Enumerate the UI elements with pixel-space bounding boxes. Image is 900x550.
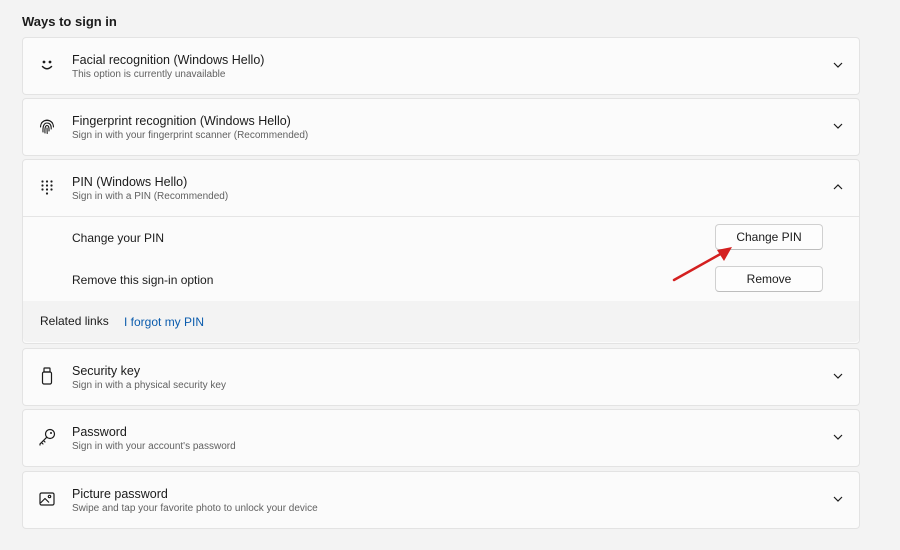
security-key-title: Security key [72,364,141,378]
forgot-pin-link[interactable]: I forgot my PIN [124,315,204,329]
picture-password-header[interactable]: Picture password Swipe and tap your favo… [23,472,859,528]
remove-pin-label: Remove this sign-in option [72,273,214,287]
change-pin-label: Change your PIN [72,231,165,245]
related-links-bar: Related links I forgot my PIN [23,301,859,342]
chevron-down-icon[interactable] [831,58,845,72]
password-header[interactable]: Password Sign in with your account's pas… [23,410,859,466]
key-icon [37,427,57,447]
security-key-subtitle: Sign in with a physical security key [72,380,226,391]
picture-icon [37,489,57,509]
chevron-down-icon[interactable] [831,369,845,383]
pin-header[interactable]: PIN (Windows Hello) Sign in with a PIN (… [23,160,859,216]
fingerprint-card[interactable]: Fingerprint recognition (Windows Hello) … [22,98,860,156]
fingerprint-icon [37,116,57,136]
fingerprint-header[interactable]: Fingerprint recognition (Windows Hello) … [23,99,859,155]
chevron-down-icon[interactable] [831,119,845,133]
facial-recognition-title: Facial recognition (Windows Hello) [72,53,265,67]
picture-password-subtitle: Swipe and tap your favorite photo to unl… [72,503,318,514]
annotation-arrow [672,247,732,282]
chevron-up-icon[interactable] [831,180,845,194]
fingerprint-title: Fingerprint recognition (Windows Hello) [72,114,291,128]
password-title: Password [72,425,127,439]
facial-recognition-header[interactable]: Facial recognition (Windows Hello) This … [23,38,859,94]
fingerprint-subtitle: Sign in with your fingerprint scanner (R… [72,130,309,141]
facial-recognition-subtitle: This option is currently unavailable [72,69,226,80]
password-card[interactable]: Password Sign in with your account's pas… [22,409,860,467]
keypad-icon [37,177,57,197]
pin-title: PIN (Windows Hello) [72,175,188,189]
facial-recognition-card[interactable]: Facial recognition (Windows Hello) This … [22,37,860,95]
security-key-card[interactable]: Security key Sign in with a physical sec… [22,348,860,406]
security-key-header[interactable]: Security key Sign in with a physical sec… [23,349,859,405]
section-title: Ways to sign in [22,14,117,29]
usb-key-icon [37,366,57,386]
smiley-face-icon [37,55,57,75]
picture-password-card[interactable]: Picture password Swipe and tap your favo… [22,471,860,529]
related-links-label: Related links [40,314,109,328]
pin-subtitle: Sign in with a PIN (Recommended) [72,191,229,202]
picture-password-title: Picture password [72,487,168,501]
password-subtitle: Sign in with your account's password [72,441,236,452]
chevron-down-icon[interactable] [831,492,845,506]
chevron-down-icon[interactable] [831,430,845,444]
